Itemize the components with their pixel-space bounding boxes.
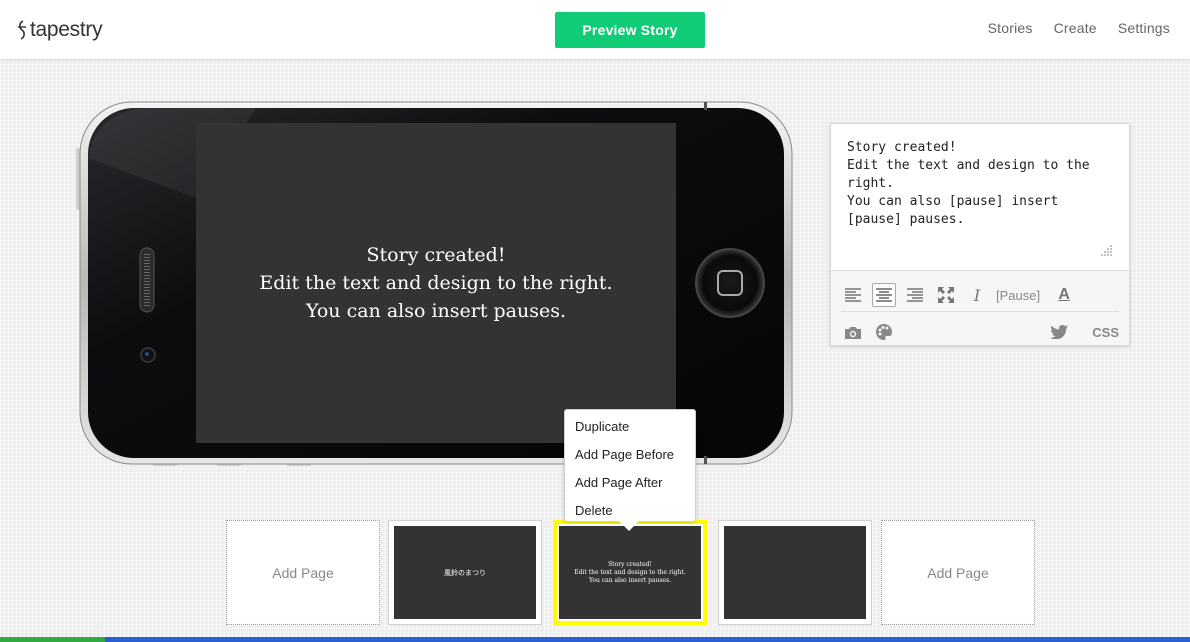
page-context-menu: Duplicate Add Page Before Add Page After… (564, 409, 696, 522)
logo-mark-icon (18, 20, 26, 40)
font-color-button[interactable]: A (1052, 283, 1076, 307)
italic-button[interactable]: I (965, 283, 989, 307)
menu-item-add-page-after[interactable]: Add Page After (565, 469, 695, 497)
toolbar-divider (841, 311, 1119, 312)
context-menu-pointer (619, 521, 639, 531)
page-thumbnail-3[interactable] (718, 520, 872, 625)
css-button[interactable]: CSS (1092, 325, 1119, 340)
palette-icon[interactable] (872, 320, 896, 344)
thumbnail-2-line-1: Story created! (608, 560, 652, 568)
menu-item-duplicate[interactable]: Duplicate (565, 413, 695, 441)
screen-line-2: Edit the text and design to the right. (259, 272, 613, 294)
nav-create[interactable]: Create (1054, 20, 1097, 36)
add-page-left-button[interactable]: Add Page (226, 520, 380, 625)
screen-line-3: You can also insert pauses. (305, 300, 567, 322)
thumbnail-2-line-3: You can also insert pauses. (588, 576, 672, 584)
nav-stories[interactable]: Stories (988, 20, 1033, 36)
phone-screen-page[interactable]: Story created! Edit the text and design … (196, 123, 676, 443)
top-header: tapestry Preview Story Stories Create Se… (0, 0, 1190, 60)
tapestry-logo[interactable]: tapestry (16, 16, 103, 44)
editor-toolbar: I [Pause] A CSS (831, 270, 1129, 345)
logo-text: tapestry (30, 18, 103, 41)
top-nav: Stories Create Settings (988, 20, 1170, 36)
thumbnail-1-preview: 風鈴のまつり (394, 526, 536, 619)
os-taskbar-strip (0, 637, 1190, 642)
nav-settings[interactable]: Settings (1118, 20, 1170, 36)
page-thumbnail-2-selected[interactable]: Story created! Edit the text and design … (553, 520, 707, 625)
preview-story-button[interactable]: Preview Story (555, 12, 705, 48)
thumbnail-1-text: 風鈴のまつり (444, 568, 486, 577)
thumbnail-2-preview: Story created! Edit the text and design … (559, 526, 701, 619)
screen-line-1: Story created! (366, 244, 506, 266)
align-left-icon[interactable] (841, 283, 865, 307)
align-center-icon[interactable] (872, 283, 896, 307)
resize-handle-icon[interactable] (1101, 244, 1113, 256)
align-right-icon[interactable] (903, 283, 927, 307)
thumbnail-3-preview (724, 526, 866, 619)
insert-pause-button[interactable]: [Pause] (996, 288, 1040, 303)
page-thumbnail-1[interactable]: 風鈴のまつり (388, 520, 542, 625)
page-editor-panel: Story created! Edit the text and design … (830, 123, 1130, 346)
menu-item-add-page-before[interactable]: Add Page Before (565, 441, 695, 469)
thumbnail-2-line-2: Edit the text and design to the right. (574, 568, 686, 576)
add-page-right-button[interactable]: Add Page (881, 520, 1035, 625)
page-text-editor[interactable]: Story created! Edit the text and design … (831, 124, 1129, 270)
twitter-bird-icon[interactable] (1047, 320, 1071, 344)
fullscreen-icon[interactable] (934, 283, 958, 307)
camera-icon[interactable] (841, 320, 865, 344)
